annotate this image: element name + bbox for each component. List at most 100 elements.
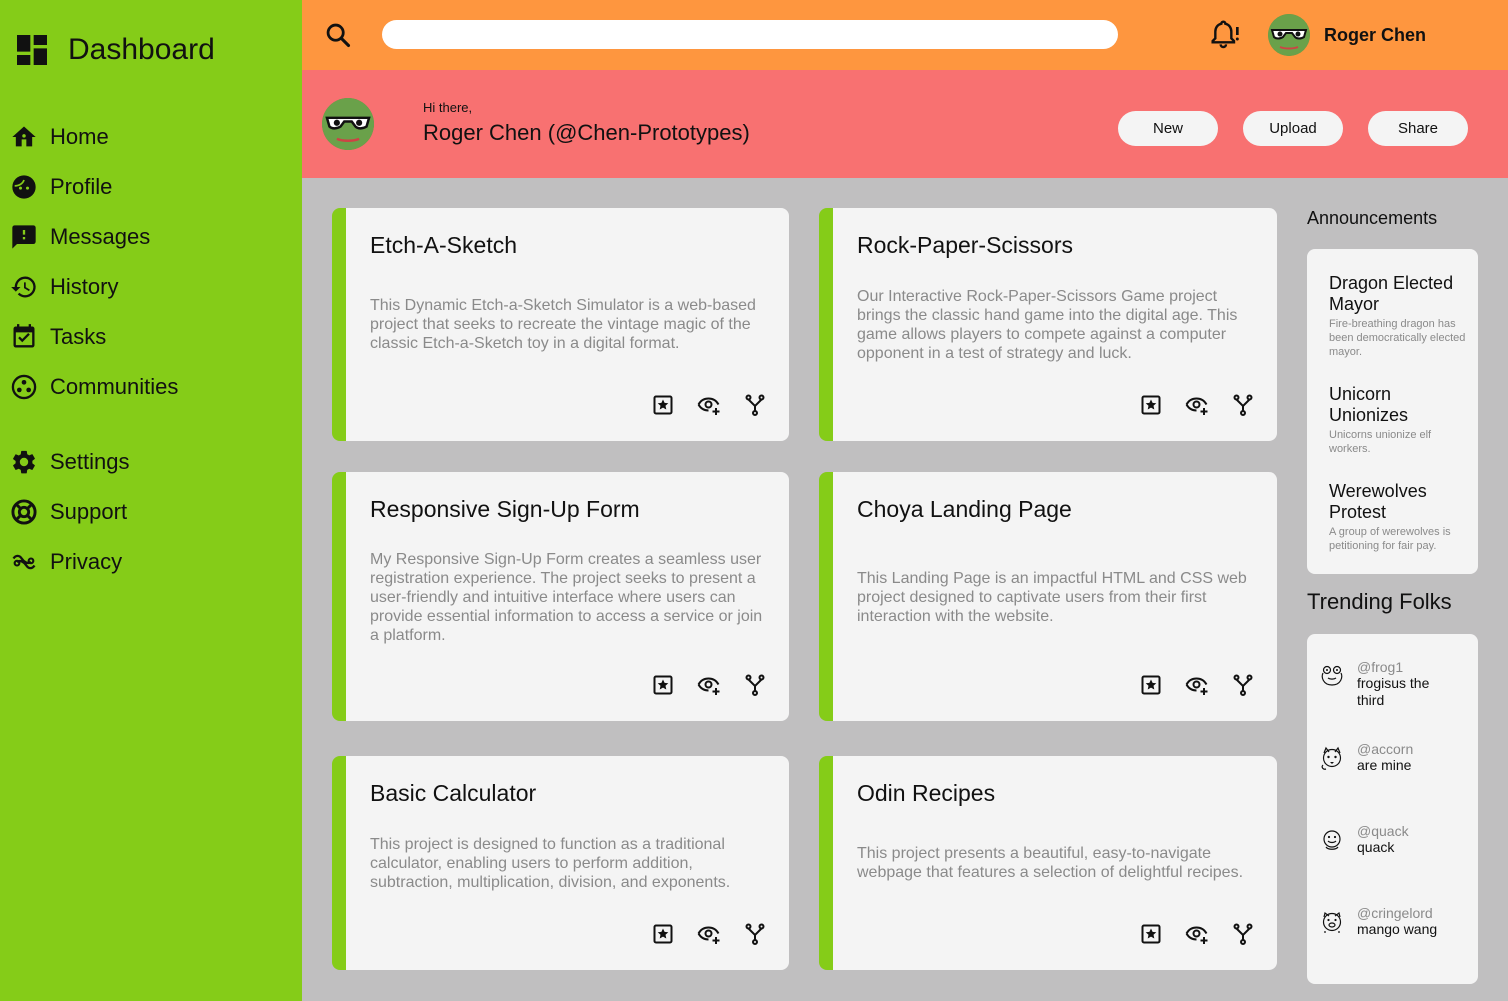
- project-card[interactable]: Responsive Sign-Up Form My Responsive Si…: [332, 472, 789, 721]
- sidebar-item-label: Support: [50, 499, 128, 524]
- project-title[interactable]: Odin Recipes: [857, 780, 995, 807]
- profile-avatar: [322, 98, 374, 150]
- project-card[interactable]: Basic Calculator This project is designe…: [332, 756, 789, 970]
- project-actions: [651, 673, 767, 697]
- watch-add-icon[interactable]: [1185, 922, 1209, 946]
- home-icon: [10, 123, 38, 151]
- trending-heading: Trending Folks: [1307, 589, 1452, 614]
- project-card[interactable]: Rock-Paper-Scissors Our Interactive Rock…: [819, 208, 1277, 441]
- upload-button[interactable]: Upload: [1243, 111, 1343, 146]
- folk-name: quack: [1357, 839, 1395, 855]
- project-title[interactable]: Rock-Paper-Scissors: [857, 232, 1073, 259]
- folk-handle: @frog1: [1357, 659, 1404, 675]
- project-description: This Landing Page is an impactful HTML a…: [857, 570, 1247, 625]
- sidebar-item-home[interactable]: Home: [10, 112, 290, 162]
- star-icon[interactable]: [651, 393, 675, 417]
- project-title[interactable]: Choya Landing Page: [857, 496, 1072, 523]
- sidebar-item-tasks[interactable]: Tasks: [10, 312, 290, 362]
- fork-icon[interactable]: [743, 393, 767, 417]
- dashboard-icon: [17, 35, 47, 65]
- announcement-title: Unicorn Unionizes: [1329, 384, 1409, 425]
- sidebar-item-profile[interactable]: Profile: [10, 162, 290, 212]
- trending-folk[interactable]: @cringelord mango wang: [1319, 905, 1437, 938]
- search-icon[interactable]: [324, 21, 352, 49]
- project-actions: [1139, 673, 1255, 697]
- sidebar-item-label: Home: [50, 124, 109, 149]
- project-title[interactable]: Etch-A-Sketch: [370, 232, 517, 259]
- trending-folk[interactable]: @frog1 frogisus the third: [1319, 659, 1449, 709]
- project-card[interactable]: Odin Recipes This project presents a bea…: [819, 756, 1277, 970]
- watch-add-icon[interactable]: [1185, 393, 1209, 417]
- folk-handle: @quack: [1357, 823, 1409, 839]
- share-button[interactable]: Share: [1368, 111, 1468, 146]
- star-icon[interactable]: [1139, 922, 1163, 946]
- project-description: My Responsive Sign-Up Form creates a sea…: [370, 551, 763, 644]
- gear-icon: [10, 448, 38, 476]
- bell-alert-icon[interactable]: [1208, 19, 1240, 51]
- star-icon[interactable]: [1139, 393, 1163, 417]
- project-actions: [651, 922, 767, 946]
- folk-name: are mine: [1357, 757, 1412, 773]
- sidebar-item-settings[interactable]: Settings: [10, 437, 290, 487]
- trending-panel: @frog1 frogisus the third @accorn are mi…: [1307, 634, 1478, 984]
- sidebar-item-support[interactable]: Support: [10, 487, 290, 537]
- project-title[interactable]: Responsive Sign-Up Form: [370, 496, 640, 523]
- greeting-bar: Hi there, Roger Chen (@Chen-Prototypes) …: [302, 70, 1508, 178]
- folk-name: mango wang: [1357, 921, 1438, 937]
- fork-icon[interactable]: [743, 922, 767, 946]
- watch-add-icon[interactable]: [1185, 673, 1209, 697]
- watch-add-icon[interactable]: [697, 673, 721, 697]
- new-button[interactable]: New: [1118, 111, 1218, 146]
- trending-folk[interactable]: @quack quack: [1319, 823, 1409, 856]
- greeting-text: Hi there,: [423, 100, 473, 115]
- sidebar-item-label: Profile: [50, 174, 113, 199]
- project-card[interactable]: Etch-A-Sketch This Dynamic Etch-a-Sketch…: [332, 208, 789, 441]
- project-title[interactable]: Basic Calculator: [370, 780, 536, 807]
- sidebar-item-privacy[interactable]: Privacy: [10, 537, 290, 587]
- communities-icon: [10, 373, 38, 401]
- sidebar-item-label: Privacy: [50, 549, 123, 574]
- frog-avatar-icon: [1321, 665, 1343, 686]
- squirrel-avatar-icon: [1321, 746, 1342, 770]
- folk-name: frogisus the third: [1357, 675, 1430, 708]
- star-icon[interactable]: [651, 673, 675, 697]
- brand: Dashboard: [12, 30, 215, 70]
- sidebar-item-label: Communities: [50, 374, 179, 399]
- sidebar-nav: Home Profile Messages History Tasks Comm…: [10, 112, 290, 587]
- star-icon[interactable]: [651, 922, 675, 946]
- sidebar-item-history[interactable]: History: [10, 262, 290, 312]
- star-icon[interactable]: [1139, 673, 1163, 697]
- calendar-check-icon: [10, 323, 38, 351]
- greeting-user-name: Roger Chen (@Chen-Prototypes): [423, 120, 750, 145]
- project-actions: [1139, 393, 1255, 417]
- message-alert-icon: [10, 223, 38, 251]
- announcement-description: A group of werewolves is petitioning for…: [1329, 526, 1451, 552]
- sidebar-item-communities[interactable]: Communities: [10, 362, 290, 412]
- project-description: Our Interactive Rock-Paper-Scissors Game…: [857, 288, 1238, 362]
- fork-icon[interactable]: [1231, 393, 1255, 417]
- sidebar-item-label: History: [50, 274, 119, 299]
- fork-icon[interactable]: [1231, 673, 1255, 697]
- fork-icon[interactable]: [743, 673, 767, 697]
- fork-icon[interactable]: [1231, 922, 1255, 946]
- trending-folk[interactable]: @accorn are mine: [1319, 741, 1413, 774]
- sidebar-item-messages[interactable]: Messages: [10, 212, 290, 262]
- watch-add-icon[interactable]: [697, 922, 721, 946]
- app-title: Dashboard: [68, 33, 215, 66]
- announcement-title: Dragon Elected Mayor: [1329, 273, 1454, 314]
- announcement-item[interactable]: Dragon Elected Mayor Fire-breathing drag…: [1329, 273, 1469, 359]
- history-icon: [10, 273, 38, 301]
- project-actions: [1139, 922, 1255, 946]
- search-input[interactable]: [382, 20, 1118, 49]
- profile-face-icon: [10, 173, 38, 201]
- pig-avatar-icon: [1322, 911, 1342, 933]
- folk-handle: @accorn: [1357, 741, 1414, 757]
- announcement-item[interactable]: Unicorn Unionizes Unicorns unionize elf …: [1329, 384, 1469, 456]
- privacy-icon: [10, 548, 38, 576]
- watch-add-icon[interactable]: [697, 393, 721, 417]
- user-name[interactable]: Roger Chen: [1324, 25, 1426, 46]
- user-avatar[interactable]: [1268, 14, 1310, 56]
- sidebar-item-label: Settings: [50, 449, 130, 474]
- announcement-item[interactable]: Werewolves Protest A group of werewolves…: [1329, 481, 1469, 553]
- project-card[interactable]: Choya Landing Page This Landing Page is …: [819, 472, 1277, 721]
